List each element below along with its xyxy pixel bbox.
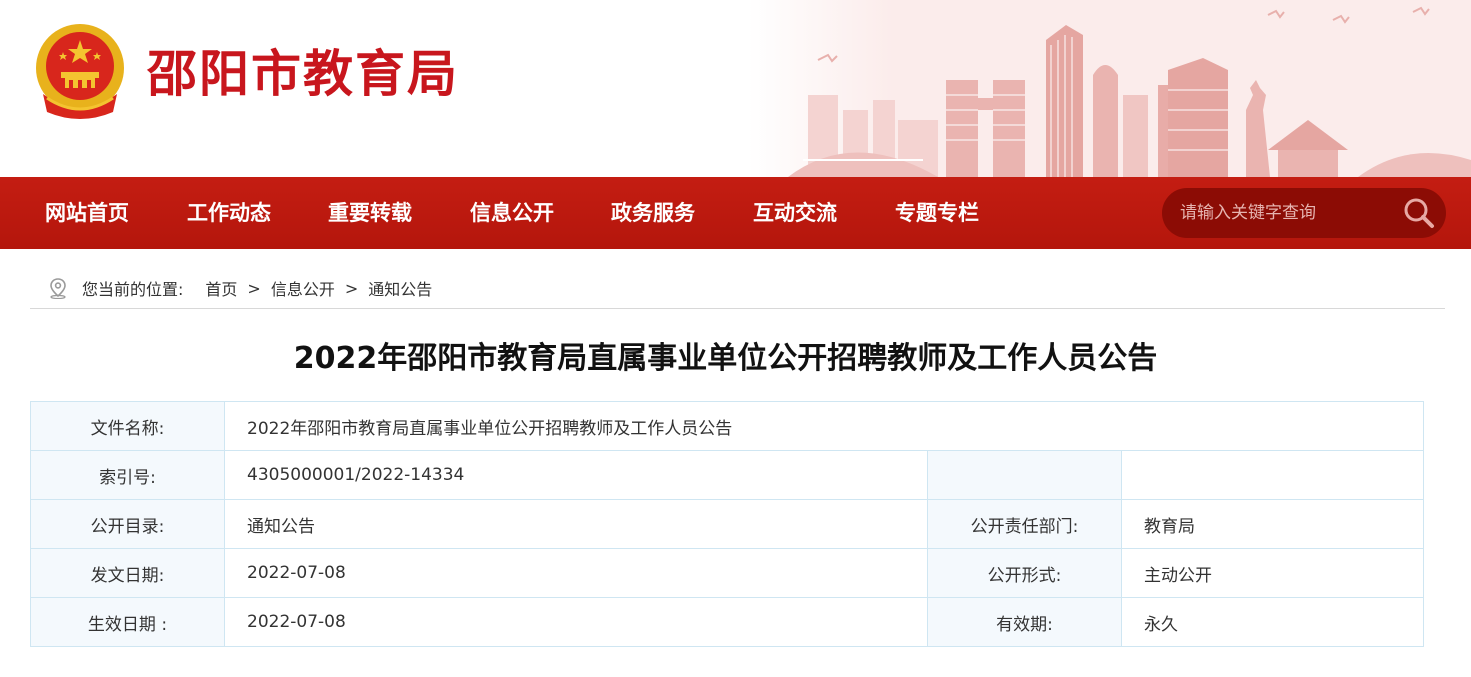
table-row: 文件名称: 2022年邵阳市教育局直属事业单位公开招聘教师及工作人员公告: [30, 401, 1424, 451]
nav-item-info-disclosure[interactable]: 信息公开: [470, 177, 554, 249]
effective-date-value: 2022-07-08: [224, 597, 928, 647]
national-emblem-icon: [36, 24, 124, 119]
table-row: 生效日期 : 2022-07-08 有效期: 永久: [30, 597, 1424, 647]
form-value: 主动公开: [1121, 548, 1424, 598]
index-value: 4305000001/2022-14334: [224, 450, 928, 500]
table-row: 公开目录: 通知公告 公开责任部门: 教育局: [30, 499, 1424, 549]
date-value: 2022-07-08: [224, 548, 928, 598]
catalog-value: 通知公告: [224, 499, 928, 549]
breadcrumb-prefix: 您当前的位置:: [82, 280, 184, 299]
index-label: 索引号:: [30, 450, 225, 500]
catalog-label: 公开目录:: [30, 499, 225, 549]
content-area: 您当前的位置: 首页 > 信息公开 > 通知公告 2022年邵阳市教育局直属事业…: [18, 249, 1456, 677]
validity-label: 有效期:: [927, 597, 1122, 647]
empty-label-cell: [927, 450, 1122, 500]
search-icon[interactable]: [1400, 195, 1438, 231]
breadcrumb-link-notices[interactable]: 通知公告: [368, 276, 432, 300]
main-nav: 网站首页 工作动态 重要转载 信息公开 政务服务 互动交流 专题专栏: [0, 177, 1471, 249]
breadcrumb-separator: >: [247, 278, 261, 298]
table-row: 发文日期: 2022-07-08 公开形式: 主动公开: [30, 548, 1424, 598]
table-row: 索引号: 4305000001/2022-14334: [30, 450, 1424, 500]
nav-item-home[interactable]: 网站首页: [45, 177, 129, 249]
dept-value: 教育局: [1121, 499, 1424, 549]
form-label: 公开形式:: [927, 548, 1122, 598]
breadcrumb: 您当前的位置: 首页 > 信息公开 > 通知公告: [48, 277, 432, 299]
article-title: 2022年邵阳市教育局直属事业单位公开招聘教师及工作人员公告: [293, 341, 1158, 376]
effective-date-label: 生效日期 :: [30, 597, 225, 647]
location-pin-icon: [50, 278, 66, 299]
nav-item-reprints[interactable]: 重要转载: [328, 177, 412, 249]
date-label: 发文日期:: [30, 548, 225, 598]
breadcrumb-link-info-disclosure[interactable]: 信息公开: [271, 276, 335, 300]
file-name-label: 文件名称:: [30, 401, 225, 451]
nav-item-work-news[interactable]: 工作动态: [187, 177, 271, 249]
site-header: 邵阳市教育局: [0, 0, 1471, 177]
search-input[interactable]: [1180, 198, 1390, 228]
search-box: [1162, 188, 1446, 238]
nav-item-gov-services[interactable]: 政务服务: [611, 177, 695, 249]
dept-label: 公开责任部门:: [927, 499, 1122, 549]
document-info-table: 文件名称: 2022年邵阳市教育局直属事业单位公开招聘教师及工作人员公告 索引号…: [30, 401, 1424, 647]
site-name: 邵阳市教育局: [147, 45, 459, 103]
city-skyline-illustration: [748, 0, 1471, 177]
divider: [30, 308, 1445, 309]
empty-value-cell: [1121, 450, 1424, 500]
nav-item-interaction[interactable]: 互动交流: [753, 177, 837, 249]
nav-item-special-topics[interactable]: 专题专栏: [895, 177, 979, 249]
file-name-value: 2022年邵阳市教育局直属事业单位公开招聘教师及工作人员公告: [224, 401, 1424, 451]
validity-value: 永久: [1121, 597, 1424, 647]
breadcrumb-link-home[interactable]: 首页: [205, 276, 237, 300]
breadcrumb-separator: >: [344, 278, 359, 298]
